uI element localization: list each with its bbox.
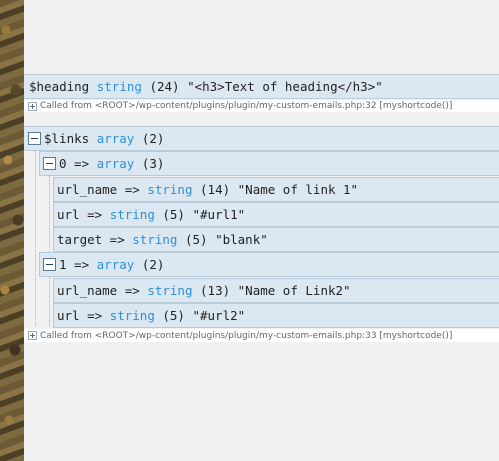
field-row: url => string (5) "#url2" (53, 303, 499, 328)
field-length: (5) (184, 232, 208, 247)
background-texture (0, 0, 24, 461)
field-key: url_name => (57, 182, 140, 197)
expand-icon[interactable] (28, 101, 37, 111)
field-key: url_name => (57, 283, 140, 298)
item-type: array (96, 257, 135, 272)
field-length: (14) (200, 182, 231, 197)
array-item-row: 0 => array (3) (39, 151, 499, 176)
field-type: string (132, 232, 178, 247)
field-row: url => string (5) "#url1" (53, 202, 499, 227)
field-value: "#url2" (192, 308, 246, 323)
called-from-row: Called from <ROOT>/wp-content/plugins/pl… (24, 100, 499, 112)
field-value: "Name of Link2" (237, 283, 351, 298)
field-value: "blank" (215, 232, 268, 247)
field-value: "#url1" (192, 207, 246, 222)
item-type: array (96, 156, 135, 171)
item-key: 0 => (59, 156, 90, 171)
variable-type: string (96, 79, 142, 94)
collapse-icon[interactable] (43, 258, 56, 271)
collapse-icon[interactable] (43, 157, 56, 170)
tree-guide-line (49, 176, 50, 252)
field-row: target => string (5) "blank" (53, 227, 499, 252)
variable-type: array (96, 131, 135, 146)
links-variable-row: $links array (2) (24, 126, 499, 151)
called-from-row: Called from <ROOT>/wp-content/plugins/pl… (24, 329, 499, 342)
field-type: string (109, 308, 155, 323)
field-key: url => (57, 308, 103, 323)
field-key: target => (57, 232, 125, 247)
called-from-text: Called from <ROOT>/wp-content/plugins/pl… (40, 101, 453, 111)
field-row: url_name => string (14) "Name of link 1" (53, 177, 499, 202)
field-row: url_name => string (13) "Name of Link2" (53, 278, 499, 303)
item-count: (3) (141, 156, 165, 171)
item-count: (2) (141, 257, 165, 272)
tree-guide-line (49, 277, 50, 327)
debug-output-panel: $heading string (24) "<h3>Text of headin… (24, 0, 499, 461)
item-key: 1 => (59, 257, 90, 272)
variable-name: $links (44, 131, 90, 146)
variable-count: (2) (141, 131, 165, 146)
field-length: (13) (200, 283, 231, 298)
field-value: "Name of link 1" (237, 182, 359, 197)
tree-guide-line (35, 151, 36, 326)
field-length: (5) (162, 207, 185, 222)
array-item-row: 1 => array (2) (39, 252, 499, 277)
collapse-icon[interactable] (28, 132, 41, 145)
field-length: (5) (162, 308, 185, 323)
field-type: string (109, 207, 155, 222)
variable-name: $heading (29, 79, 90, 94)
field-type: string (147, 283, 193, 298)
variable-value: "<h3>Text of heading</h3>" (187, 79, 383, 94)
field-key: url => (57, 207, 103, 222)
called-from-text: Called from <ROOT>/wp-content/plugins/pl… (40, 330, 453, 341)
expand-icon[interactable] (28, 331, 37, 340)
field-type: string (147, 182, 193, 197)
variable-length: (24) (149, 79, 180, 94)
heading-variable-row: $heading string (24) "<h3>Text of headin… (24, 74, 499, 99)
